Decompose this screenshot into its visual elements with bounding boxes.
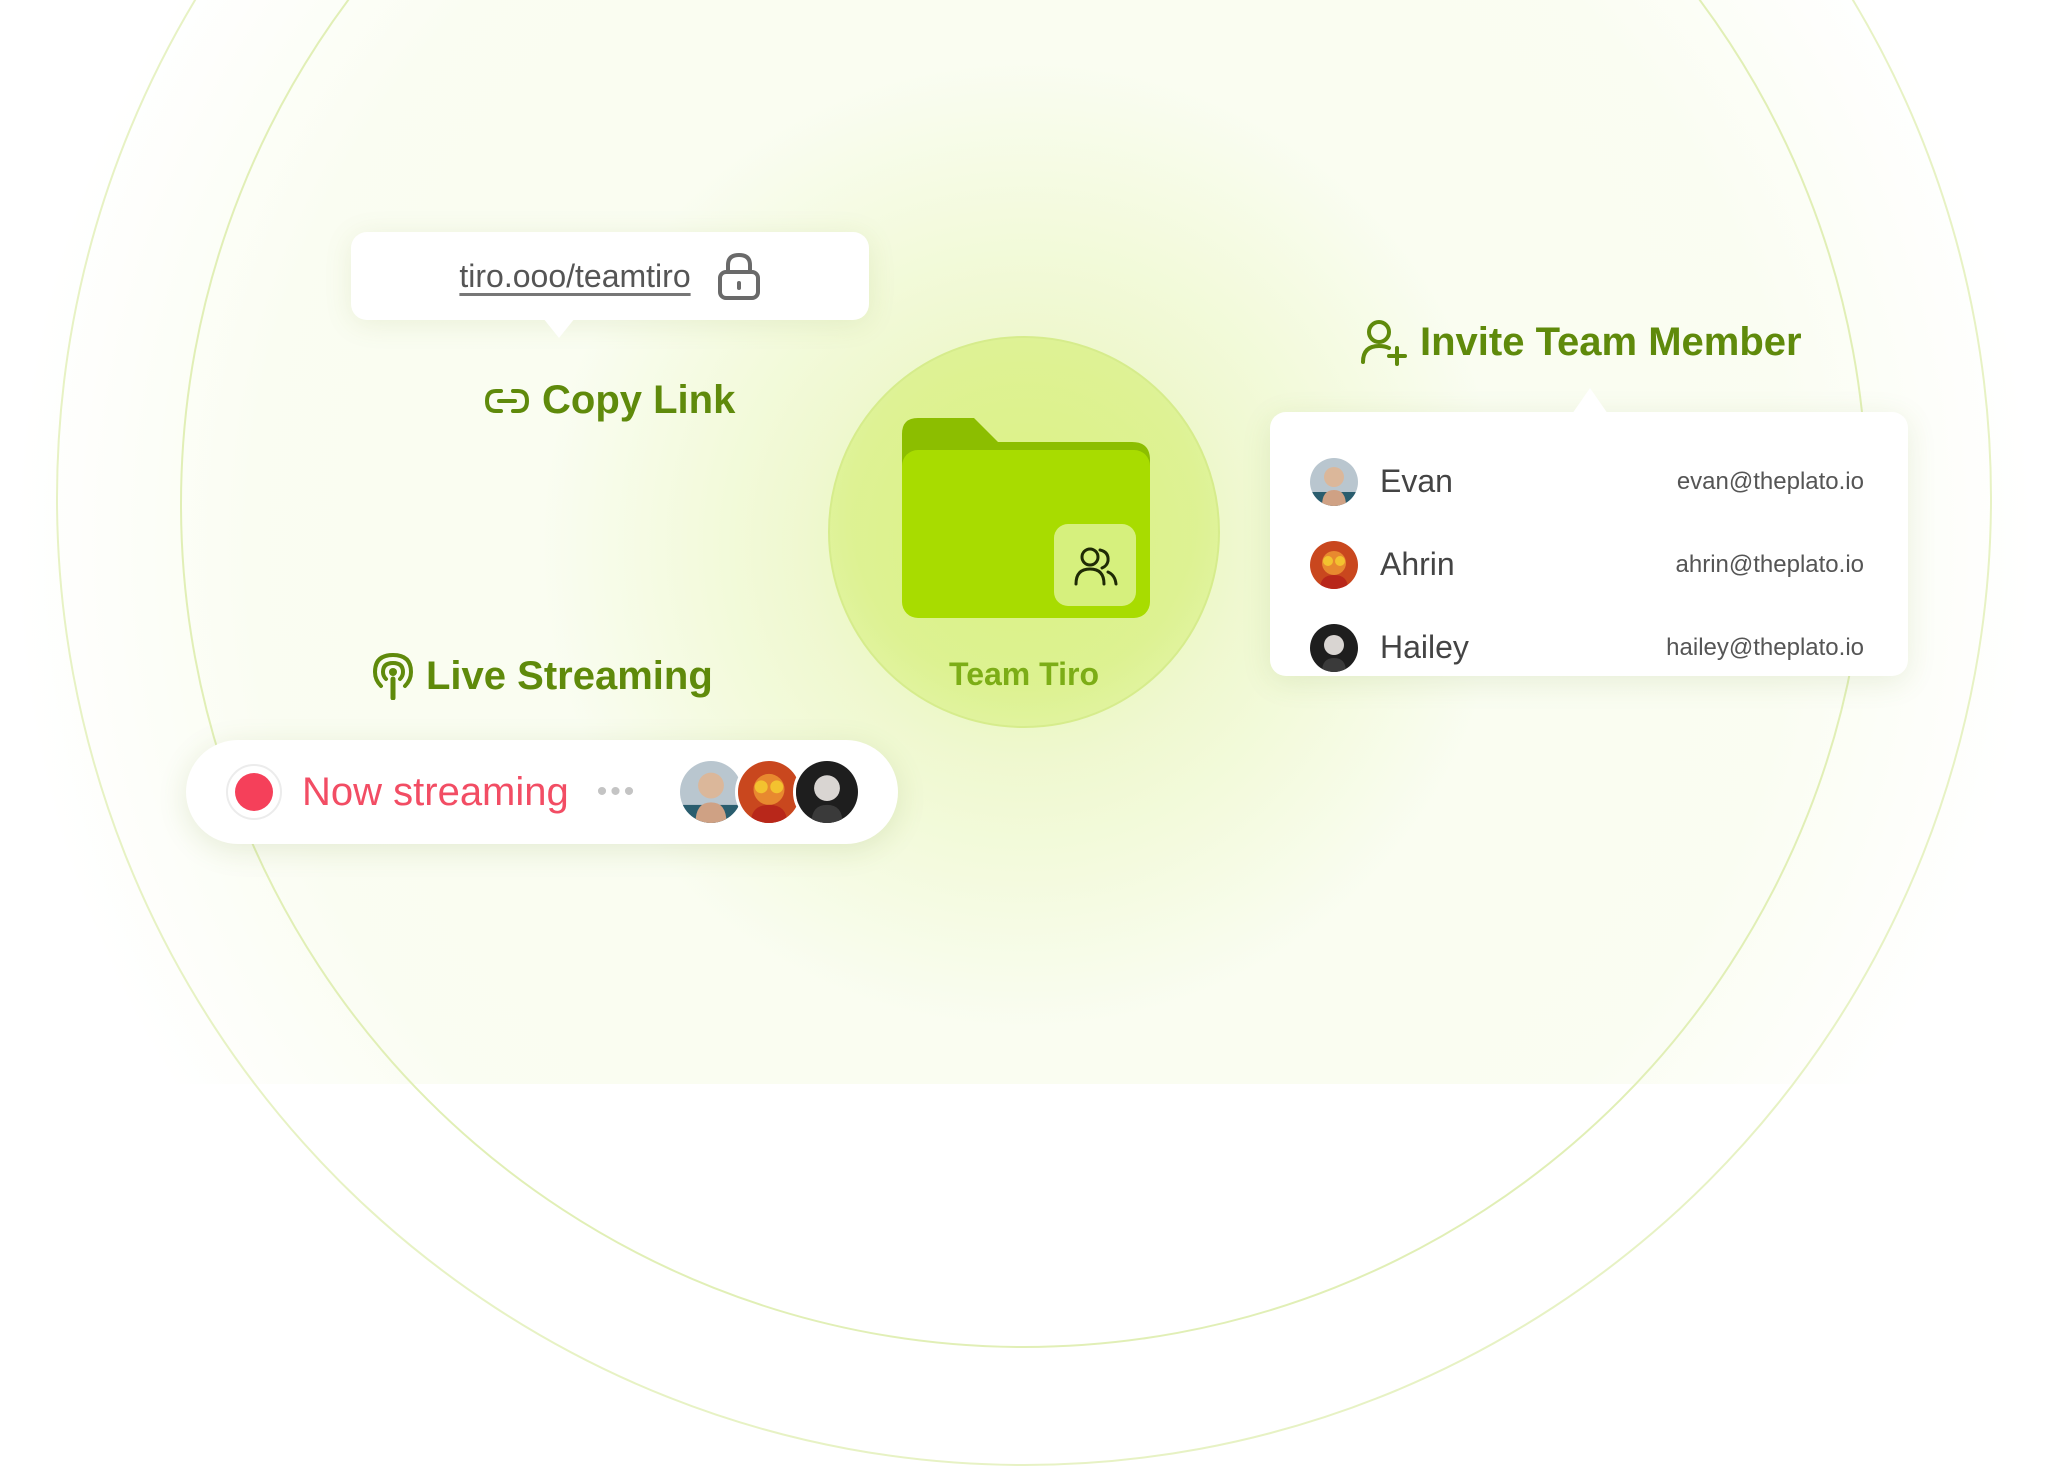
invite-member-button[interactable]: Invite Team Member: [1360, 318, 1802, 366]
streaming-status-text: Now streaming: [302, 769, 569, 814]
lock-icon: [717, 252, 760, 300]
folder-icon[interactable]: [902, 418, 1150, 618]
podcast-icon: [372, 652, 414, 700]
share-url[interactable]: tiro.ooo/teamtiro: [459, 258, 690, 295]
member-row[interactable]: Ahrin ahrin@theplato.io: [1310, 523, 1864, 606]
live-streaming-label: Live Streaming: [426, 653, 713, 698]
recording-icon: [226, 764, 282, 820]
team-name: Team Tiro: [949, 656, 1099, 692]
member-row[interactable]: Hailey hailey@theplato.io: [1310, 606, 1864, 689]
member-email: ahrin@theplato.io: [1675, 550, 1864, 578]
avatar: [1310, 457, 1358, 506]
users-icon: [1054, 524, 1136, 606]
member-email: evan@theplato.io: [1676, 467, 1864, 495]
copy-link-label: Copy Link: [542, 378, 736, 422]
member-name: Ahrin: [1380, 546, 1455, 582]
viewer-avatars: [677, 758, 862, 826]
avatar: [793, 758, 862, 826]
live-streaming-button[interactable]: Live Streaming: [372, 652, 713, 700]
copy-link-button[interactable]: Copy Link: [484, 378, 735, 423]
member-list: Evan evan@theplato.io Ahrin ahrin@thepla…: [1270, 388, 1908, 676]
user-plus-icon: [1361, 320, 1407, 366]
streaming-status[interactable]: Now streaming •••: [186, 740, 898, 844]
invite-member-label: Invite Team Member: [1420, 319, 1802, 364]
link-icon: [484, 388, 530, 413]
member-row[interactable]: Evan evan@theplato.io: [1310, 440, 1864, 523]
link-bubble[interactable]: tiro.ooo/teamtiro: [351, 232, 869, 338]
avatar: [1310, 540, 1358, 589]
member-name: Evan: [1380, 463, 1453, 499]
member-name: Hailey: [1380, 629, 1469, 665]
member-email: hailey@theplato.io: [1666, 633, 1864, 661]
more-icon[interactable]: •••: [597, 775, 638, 809]
avatar: [1310, 623, 1358, 672]
